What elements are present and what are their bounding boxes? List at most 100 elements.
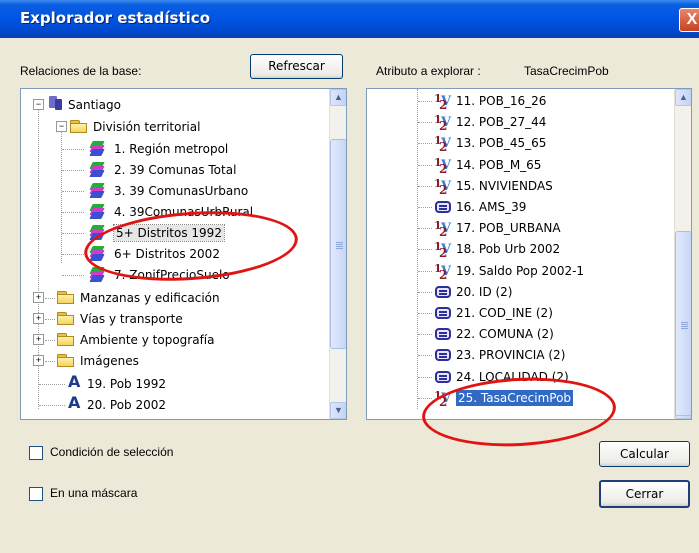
mask-checkbox[interactable] [29, 487, 43, 501]
scroll-grip [681, 323, 688, 325]
tree-item-layer[interactable]: 7. ZonifPrecioSuelo [21, 265, 321, 285]
tree-item-layer[interactable]: 2. 39 Comunas Total [21, 160, 321, 180]
selection-condition-checkbox[interactable] [29, 446, 43, 460]
tree-line [418, 101, 432, 102]
formula-icon: 1V2 [434, 388, 452, 409]
tree-item-text-layer[interactable]: A 19. Pob 1992 [21, 374, 321, 394]
scroll-down-button[interactable]: ▼ [330, 402, 346, 419]
tree-line [418, 313, 432, 314]
attribute-item[interactable]: 21. COD_INE (2) [367, 303, 672, 323]
formula-icon: 1V2 [434, 134, 452, 155]
layer-icon [87, 225, 105, 241]
tree-item-label: 2. 39 Comunas Total [114, 163, 237, 177]
attribute-item[interactable]: 23. PROVINCIA (2) [367, 345, 672, 365]
tree-folder-open[interactable]: − División territorial [21, 117, 321, 137]
attribute-item-label: 22. COMUNA (2) [456, 327, 554, 342]
attribute-item[interactable]: 16. AMS_39 [367, 197, 672, 217]
vertical-scrollbar[interactable]: ▲▼ [329, 89, 346, 419]
attribute-item-label: 25. TasaCrecimPob [456, 389, 574, 406]
folder-icon [57, 333, 75, 346]
tree-item-layer[interactable]: 1. Región metropol [21, 139, 321, 159]
tree-line [418, 143, 432, 145]
close-window-button[interactable]: X [679, 8, 699, 32]
attribute-item[interactable]: 20. ID (2) [367, 282, 672, 302]
tree-line [62, 233, 84, 234]
tree-line [45, 319, 55, 320]
expand-toggle[interactable]: + [33, 292, 44, 303]
tree-item-label: 5+ Distritos 1992 [113, 224, 225, 242]
mask-label: En una máscara [50, 486, 138, 500]
attribute-item[interactable]: 1 V 2 11. POB_16_26 [367, 91, 672, 112]
tree-line [418, 270, 432, 272]
attribute-item[interactable]: 1 V 2 25. TasaCrecimPob [367, 388, 672, 409]
tree-folder[interactable]: + Ambiente y topografía [21, 330, 321, 350]
tree-item-layer[interactable]: 3. 39 ComunasUrbano [21, 181, 321, 201]
attribute-item[interactable]: 1 V 2 13. POB_45_65 [367, 133, 672, 155]
folder-icon [57, 354, 75, 367]
attribute-item[interactable]: 1 V 2 17. POB_URBANA [367, 218, 672, 239]
collapse-toggle[interactable]: − [56, 121, 67, 132]
collapse-toggle[interactable]: − [33, 99, 44, 110]
tree-folder-label: Imágenes [80, 354, 139, 368]
close-button[interactable]: Cerrar [599, 480, 690, 508]
attribute-item[interactable]: 1 V 2 14. POB_M_65 [367, 155, 672, 176]
expand-toggle[interactable]: + [33, 355, 44, 366]
attribute-item-label: 24. LOCALIDAD (2) [456, 369, 569, 384]
vertical-scrollbar[interactable]: ▲▼ [674, 89, 691, 419]
tree-line [62, 149, 84, 150]
tree-line [62, 170, 84, 171]
tree-folder[interactable]: + Manzanas y edificación [21, 288, 321, 308]
scroll-thumb[interactable] [675, 231, 691, 416]
calculate-button[interactable]: Calcular [599, 441, 690, 467]
tree-folder[interactable]: + Imágenes [21, 351, 321, 371]
tree-line [39, 405, 65, 406]
attribute-item[interactable]: 1 V 2 12. POB_27_44 [367, 112, 672, 133]
tree-item-text-layer[interactable]: A 20. Pob 2002 [21, 395, 321, 415]
attribute-item[interactable]: 1 V 2 15. NVIVIENDAS [367, 176, 672, 197]
attribute-item-label: 16. AMS_39 [456, 200, 527, 214]
tree-line [45, 361, 55, 362]
tree-line [418, 164, 432, 166]
attribute-item[interactable]: 1 V 2 19. Saldo Pop 2002-1 [367, 261, 672, 282]
tree-item-label: 1. Región metropol [114, 142, 229, 156]
attribute-item[interactable]: 24. LOCALIDAD (2) [367, 367, 672, 387]
table-icon [435, 307, 451, 319]
expand-toggle[interactable]: + [33, 313, 44, 324]
attribute-item[interactable]: 22. COMUNA (2) [367, 324, 672, 344]
title-bar: Explorador estadístico X [0, 0, 699, 38]
tree-root-label: Santiago [68, 98, 121, 112]
attribute-item-label: 14. POB_M_65 [456, 157, 542, 172]
tree-node-root[interactable]: − Santiago [21, 95, 321, 115]
tree-item-layer[interactable]: 5+ Distritos 1992 [21, 223, 321, 243]
formula-icon: 1V2 [434, 261, 452, 282]
attribute-item[interactable]: 1 V 2 18. Pob Urb 2002 [367, 239, 672, 260]
tree-line [62, 191, 84, 192]
attribute-value: TasaCrecimPob [524, 64, 609, 78]
folder-icon [57, 291, 75, 304]
tree-line [418, 291, 432, 293]
tree-line [418, 334, 432, 336]
table-icon [435, 201, 451, 213]
formula-icon: 1V2 [434, 176, 452, 197]
refresh-button[interactable]: Refrescar [250, 54, 343, 79]
expand-toggle[interactable]: + [33, 334, 44, 345]
attribute-list[interactable]: 1 V 2 11. POB_16_26 1 V 2 12. POB_27_44 1 V 2 13. P… [366, 88, 692, 420]
attribute-item-label: 23. PROVINCIA (2) [456, 348, 566, 363]
tree-folder-label: Vías y transporte [80, 312, 183, 326]
tree-line [418, 228, 432, 230]
attribute-item-label: 13. POB_45_65 [456, 136, 547, 151]
tree-folder-label: Manzanas y edificación [80, 291, 220, 305]
tree-item-layer[interactable]: 4. 39ComunasUrbRural [21, 202, 321, 222]
scroll-up-button[interactable]: ▲ [330, 89, 346, 106]
tree-folder[interactable]: + Vías y transporte [21, 309, 321, 329]
layer-icon [87, 246, 105, 262]
scroll-grip [681, 325, 688, 327]
selection-condition-label: Condición de selección [50, 445, 174, 459]
tree-item-label: 6+ Distritos 2002 [114, 247, 220, 261]
scroll-up-button[interactable]: ▲ [675, 89, 691, 106]
scroll-grip [336, 246, 343, 247]
relations-tree[interactable]: − Santiago − División territorial 1. Región … [20, 88, 347, 420]
scroll-thumb[interactable] [330, 139, 346, 349]
tree-line [45, 298, 55, 299]
tree-item-layer[interactable]: 6+ Distritos 2002 [21, 244, 321, 264]
